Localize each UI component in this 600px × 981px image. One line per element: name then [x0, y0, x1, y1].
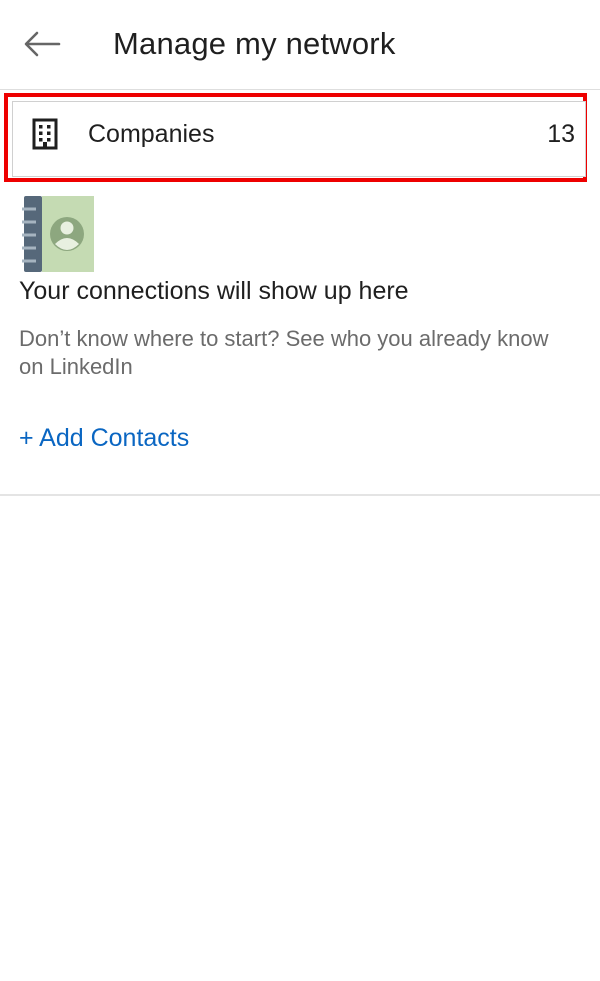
add-contacts-link[interactable]: + Add Contacts [19, 424, 189, 453]
companies-label: Companies [88, 120, 215, 148]
companies-row[interactable]: Companies 13 [12, 101, 586, 177]
empty-state-heading: Your connections will show up here [19, 277, 409, 305]
section-divider [0, 494, 600, 496]
companies-count: 13 [547, 120, 575, 148]
arrow-left-icon [24, 31, 61, 57]
page-title: Manage my network [113, 26, 396, 61]
manage-network-screen: Manage my network Companies 13 Your conn… [0, 0, 600, 981]
address-book-icon [22, 196, 94, 272]
empty-state-description: Don’t know where to start? See who you a… [19, 326, 549, 379]
top-app-bar: Manage my network [0, 0, 600, 90]
building-icon [32, 118, 58, 150]
header-divider [0, 89, 600, 90]
back-button[interactable] [18, 24, 66, 64]
